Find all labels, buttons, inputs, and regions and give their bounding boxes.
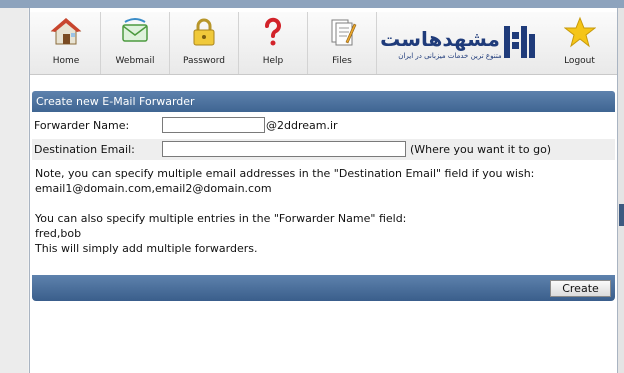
nav-logout[interactable]: Logout bbox=[542, 12, 617, 74]
files-icon bbox=[331, 19, 357, 46]
nav-logout-label: Logout bbox=[564, 56, 595, 66]
note-line: fred,bob bbox=[35, 227, 82, 240]
nav-home[interactable]: Home bbox=[32, 12, 101, 74]
forwarder-row: Forwarder Name: @2ddream.ir bbox=[32, 115, 615, 136]
nav-home-label: Home bbox=[52, 56, 80, 66]
lock-icon bbox=[193, 18, 215, 46]
main-frame: Home Webmail Password Help Files مشهدهاس… bbox=[29, 8, 618, 373]
site-logo: مشهدهاست متنوع ترین خدمات میزبانی در ایر… bbox=[380, 26, 535, 60]
webmail-icon bbox=[122, 18, 148, 42]
destination-label: Destination Email: bbox=[34, 143, 135, 156]
nav-files[interactable]: Files bbox=[308, 12, 377, 74]
logo-text: مشهدهاست bbox=[380, 27, 500, 51]
left-gutter bbox=[0, 8, 28, 373]
form-footer: Create bbox=[32, 275, 615, 301]
note-line: You can also specify multiple entries in… bbox=[35, 212, 407, 225]
forwarder-label: Forwarder Name: bbox=[34, 119, 130, 132]
help-icon bbox=[265, 17, 281, 46]
top-navigation: Home Webmail Password Help Files مشهدهاس… bbox=[30, 12, 617, 75]
star-icon bbox=[564, 16, 596, 48]
note-line: This will simply add multiple forwarders… bbox=[35, 242, 258, 255]
nav-help-label: Help bbox=[262, 56, 284, 66]
nav-files-label: Files bbox=[332, 56, 352, 66]
note-line: Note, you can specify multiple email add… bbox=[35, 167, 535, 180]
home-icon bbox=[50, 18, 82, 45]
destination-row: Destination Email: (Where you want it to… bbox=[32, 139, 615, 160]
destination-email-input[interactable] bbox=[162, 141, 406, 157]
form-title: Create new E-Mail Forwarder bbox=[32, 91, 615, 112]
forwarder-name-input[interactable] bbox=[162, 117, 265, 133]
destination-hint: (Where you want it to go) bbox=[410, 143, 552, 156]
nav-webmail-label: Webmail bbox=[115, 56, 155, 66]
note-line: email1@domain.com,email2@domain.com bbox=[35, 182, 272, 195]
top-strip bbox=[0, 0, 624, 8]
nav-password-label: Password bbox=[182, 56, 226, 66]
create-button[interactable]: Create bbox=[550, 280, 611, 297]
nav-webmail[interactable]: Webmail bbox=[101, 12, 170, 74]
scroll-marker bbox=[619, 204, 624, 226]
nav-password[interactable]: Password bbox=[170, 12, 239, 74]
nav-help[interactable]: Help bbox=[239, 12, 308, 74]
logo-tagline: متنوع ترین خدمات میزبانی در ایران bbox=[398, 52, 502, 60]
domain-suffix: @2ddream.ir bbox=[266, 119, 338, 132]
help-note: Note, you can specify multiple email add… bbox=[35, 166, 610, 256]
